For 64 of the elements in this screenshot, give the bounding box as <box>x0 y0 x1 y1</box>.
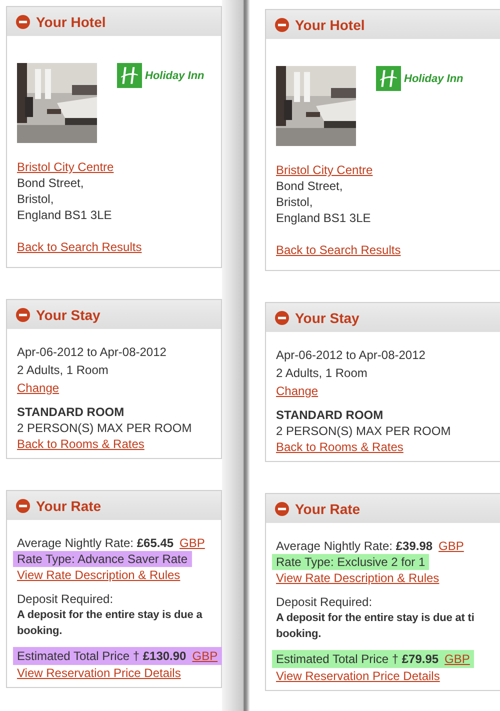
guests-text: 2 Adults, 1 Room <box>17 362 110 378</box>
stay-dates: Apr-06-2012 to Apr-08-2012 <box>17 344 168 360</box>
panel-header[interactable]: Your Hotel <box>7 7 221 36</box>
panel-title: Your Hotel <box>36 14 106 30</box>
total-price: Estimated Total Price † £79.95 <box>276 651 439 667</box>
deposit-text: booking. <box>17 624 64 639</box>
back-to-search-link[interactable]: Back to Search Results <box>276 242 401 258</box>
deposit-label: Deposit Required: <box>276 594 374 610</box>
address-line: Bristol, <box>17 191 55 207</box>
panel-header[interactable]: Your Rate <box>7 491 221 520</box>
rooms-rates-link[interactable]: Back to Rooms & Rates <box>276 440 404 454</box>
panel-header[interactable]: Your Rate <box>266 494 500 523</box>
rate-type: Rate Type: Exclusive 2 for 1 <box>272 554 430 570</box>
occupancy-text: 2 PERSON(S) MAX PER ROOM <box>276 423 452 439</box>
h-logo-icon <box>376 66 401 91</box>
guests-text: 2 Adults, 1 Room <box>276 365 368 381</box>
currency-link[interactable]: GBP <box>192 648 218 664</box>
collapse-icon[interactable] <box>16 14 30 28</box>
panel-title: Your Stay <box>36 306 100 322</box>
total-price: Estimated Total Price † £130.90 <box>17 648 186 664</box>
rate-description-link[interactable]: View Rate Description & Rules <box>17 568 180 582</box>
rate-type: Rate Type: Advance Saver Rate <box>13 551 192 567</box>
panel-header[interactable]: Your Stay <box>7 300 221 329</box>
collapse-icon[interactable] <box>275 310 289 324</box>
room-type: STANDARD ROOM <box>17 404 126 420</box>
deposit-label: Deposit Required: <box>17 591 114 607</box>
deposit-text: booking. <box>276 627 322 642</box>
address-line: Bristol, <box>276 194 314 210</box>
change-link[interactable]: Change <box>17 381 60 395</box>
rate-description-link[interactable]: View Rate Description & Rules <box>276 571 440 585</box>
address-line: Bond Street, <box>276 178 344 194</box>
address-line: England BS1 3LE <box>276 210 372 226</box>
nightly-rate: Average Nightly Rate: £65.45 <box>17 535 174 551</box>
panel-title: Your Stay <box>295 310 360 326</box>
hotel-logo: Holiday Inn <box>376 66 464 91</box>
nightly-rate: Average Nightly Rate: £39.98 <box>276 538 433 554</box>
deposit-text: A deposit for the entire stay is due at ti <box>276 611 476 626</box>
h-logo-icon <box>117 63 142 88</box>
currency-link[interactable]: GBP <box>438 538 464 554</box>
panel-title: Your Rate <box>36 498 102 514</box>
currency-link[interactable]: GBP <box>180 535 205 551</box>
price-details-link[interactable]: View Reservation Price Details <box>276 669 440 683</box>
back-to-search-link[interactable]: Back to Search Results <box>17 239 142 255</box>
collapse-icon[interactable] <box>275 502 289 516</box>
hotel-logo: Holiday Inn <box>117 63 204 88</box>
panel-title: Your Hotel <box>295 16 365 32</box>
collapse-icon[interactable] <box>275 18 289 32</box>
occupancy-text: 2 PERSON(S) MAX PER ROOM <box>17 420 193 436</box>
change-link[interactable]: Change <box>276 384 318 398</box>
address-line: Bond Street, <box>17 175 85 191</box>
price-details-link[interactable]: View Reservation Price Details <box>17 666 181 680</box>
panel-header[interactable]: Your Stay <box>266 303 500 332</box>
currency-link[interactable]: GBP <box>444 651 470 667</box>
stay-dates: Apr-06-2012 to Apr-08-2012 <box>276 347 426 363</box>
collapse-icon[interactable] <box>16 308 30 322</box>
location-link[interactable]: Bristol City Centre <box>276 163 373 177</box>
panel-header[interactable]: Your Hotel <box>266 10 500 39</box>
location-link[interactable]: Bristol City Centre <box>17 160 114 174</box>
address-line: England BS1 3LE <box>17 207 113 223</box>
room-type: STANDARD ROOM <box>276 407 384 423</box>
deposit-text: A deposit for the entire stay is due a <box>17 608 204 623</box>
rooms-rates-link[interactable]: Back to Rooms & Rates <box>17 437 144 451</box>
panel-title: Your Rate <box>295 500 360 516</box>
collapse-icon[interactable] <box>16 498 30 512</box>
